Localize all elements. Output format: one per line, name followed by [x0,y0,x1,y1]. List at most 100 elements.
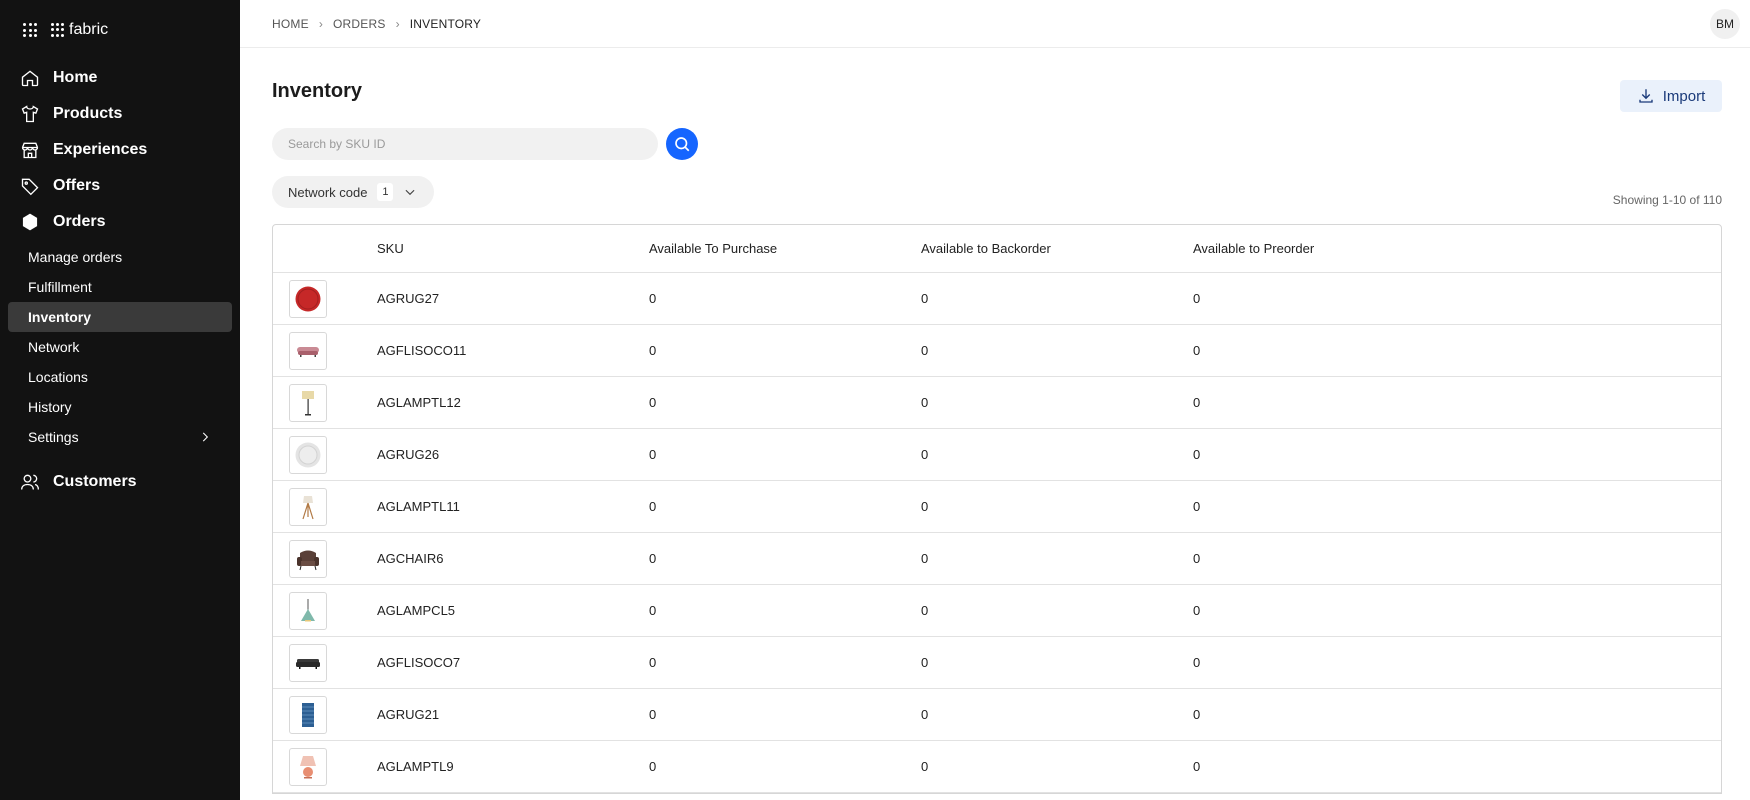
brown-armchair-image [297,550,319,570]
sku-cell: AGRUG21 [377,707,440,722]
thumb-cell [273,383,377,422]
preorder-cell: 0 [1193,499,1201,514]
table-row[interactable]: AGRUG27 0 0 0 [273,273,1721,325]
product-thumbnail [289,487,327,526]
table-header: SKU Available To Purchase Available to B… [273,225,1721,273]
column-header-purchase[interactable]: Available To Purchase [649,241,921,256]
sidebar-item-orders[interactable]: Orders [0,204,240,240]
sku-cell: AGLAMPTL11 [377,499,460,514]
sidebar-item-customers[interactable]: Customers [0,464,240,500]
table-row[interactable]: AGLAMPTL9 0 0 0 [273,741,1721,793]
thumb-cell [273,487,377,526]
table-row[interactable]: AGFLISOCO11 0 0 0 [273,325,1721,377]
import-label: Import [1662,87,1706,105]
table-row[interactable]: AGRUG21 0 0 0 [273,689,1721,741]
sidebar-item-label: Fulfillment [28,279,92,295]
avatar[interactable]: BM [1710,9,1740,39]
sku-cell: AGFLISOCO7 [377,655,461,670]
backorder-cell: 0 [921,603,929,618]
table-row[interactable]: AGLAMPTL11 0 0 0 [273,481,1721,533]
sidebar-item-label: Experiences [53,141,148,158]
thumb-cell [273,643,377,682]
column-header-preorder[interactable]: Available to Preorder [1193,241,1465,256]
sidebar-item-home[interactable]: Home [0,60,240,96]
floor-lamp-image [302,390,314,415]
thumb-cell [273,435,377,474]
table-lamp-image [300,755,316,778]
sku-cell: AGLAMPTL9 [377,759,454,774]
sidebar-item-inventory[interactable]: Inventory [8,302,232,332]
preorder-cell: 0 [1193,707,1201,722]
backorder-cell: 0 [921,499,929,514]
fabric-logo-icon [51,23,65,37]
preorder-cell: 0 [1193,447,1201,462]
sidebar-item-network[interactable]: Network [0,332,232,362]
thumb-cell [273,331,377,370]
network-code-filter[interactable]: Network code 1 [272,176,434,208]
sidebar-item-offers[interactable]: Offers [0,168,240,204]
product-thumbnail [289,279,327,318]
backorder-cell: 0 [921,707,929,722]
product-thumbnail [289,747,327,786]
sku-cell: AGRUG26 [377,447,440,462]
backorder-cell: 0 [921,291,929,306]
sidebar-item-history[interactable]: History [0,392,232,422]
sidebar-item-label: History [28,399,72,415]
tripod-lamp-image [302,495,314,519]
table-row[interactable]: AGLAMPTL12 0 0 0 [273,377,1721,429]
search-field [272,128,658,160]
pagination-summary: Showing 1-10 of 110 [1612,193,1722,207]
white-round-rug-image [295,442,321,467]
search-input[interactable] [288,137,658,151]
column-header-sku[interactable]: SKU [377,241,649,256]
sku-cell: AGLAMPCL5 [377,603,456,618]
sku-cell: AGFLISOCO11 [377,343,467,358]
sidebar-item-locations[interactable]: Locations [0,362,232,392]
hexagon-icon [22,213,38,231]
search-icon [675,137,690,152]
purchase-cell: 0 [649,551,657,566]
chevron-right-icon: › [395,16,400,31]
purchase-cell: 0 [649,759,657,774]
purchase-cell: 0 [649,291,657,306]
sidebar-item-label: Manage orders [28,249,123,265]
users-icon [21,474,39,490]
sidebar-item-settings[interactable]: Settings [0,422,232,452]
product-thumbnail [289,539,327,578]
column-header-backorder[interactable]: Available to Backorder [921,241,1193,256]
product-thumbnail [289,695,327,734]
breadcrumb: HOME › ORDERS › INVENTORY [272,17,481,31]
sidebar-item-label: Locations [28,369,88,385]
thumb-cell [273,747,377,786]
table-row[interactable]: AGFLISOCO7 0 0 0 [273,637,1721,689]
sidebar-item-products[interactable]: Products [0,96,240,132]
orders-submenu: Manage orders Fulfillment Inventory Netw… [0,242,240,452]
table-row[interactable]: AGLAMPCL5 0 0 0 [273,585,1721,637]
breadcrumb-home[interactable]: HOME [272,17,309,31]
thumb-cell [273,279,377,318]
breadcrumb-orders[interactable]: ORDERS [333,17,386,31]
thumb-cell [273,539,377,578]
sku-cell: AGLAMPTL12 [377,395,461,410]
breadcrumb-inventory: INVENTORY [409,16,482,31]
sidebar-item-fulfillment[interactable]: Fulfillment [0,272,232,302]
chevron-down-icon [405,189,415,196]
filter-count-badge: 1 [377,183,394,201]
product-thumbnail [289,331,327,370]
app-switcher-icon[interactable] [23,23,37,37]
filter-label: Network code [288,184,368,200]
search-button[interactable] [666,128,698,160]
sidebar-item-label: Home [53,69,98,86]
sidebar-item-experiences[interactable]: Experiences [0,132,240,168]
sidebar: fabric Home Products Experiences Offers … [0,0,240,800]
table-row[interactable]: AGCHAIR6 0 0 0 [273,533,1721,585]
table-row[interactable]: AGRUG26 0 0 0 [273,429,1721,481]
inventory-table: SKU Available To Purchase Available to B… [272,224,1722,794]
sku-cell: AGCHAIR6 [377,551,444,566]
store-icon [21,142,39,159]
sidebar-item-manage-orders[interactable]: Manage orders [0,242,232,272]
sidebar-item-label: Settings [28,429,79,445]
import-button[interactable]: Import [1620,80,1722,112]
thumb-cell [273,591,377,630]
brand-logo[interactable]: fabric [51,21,108,39]
